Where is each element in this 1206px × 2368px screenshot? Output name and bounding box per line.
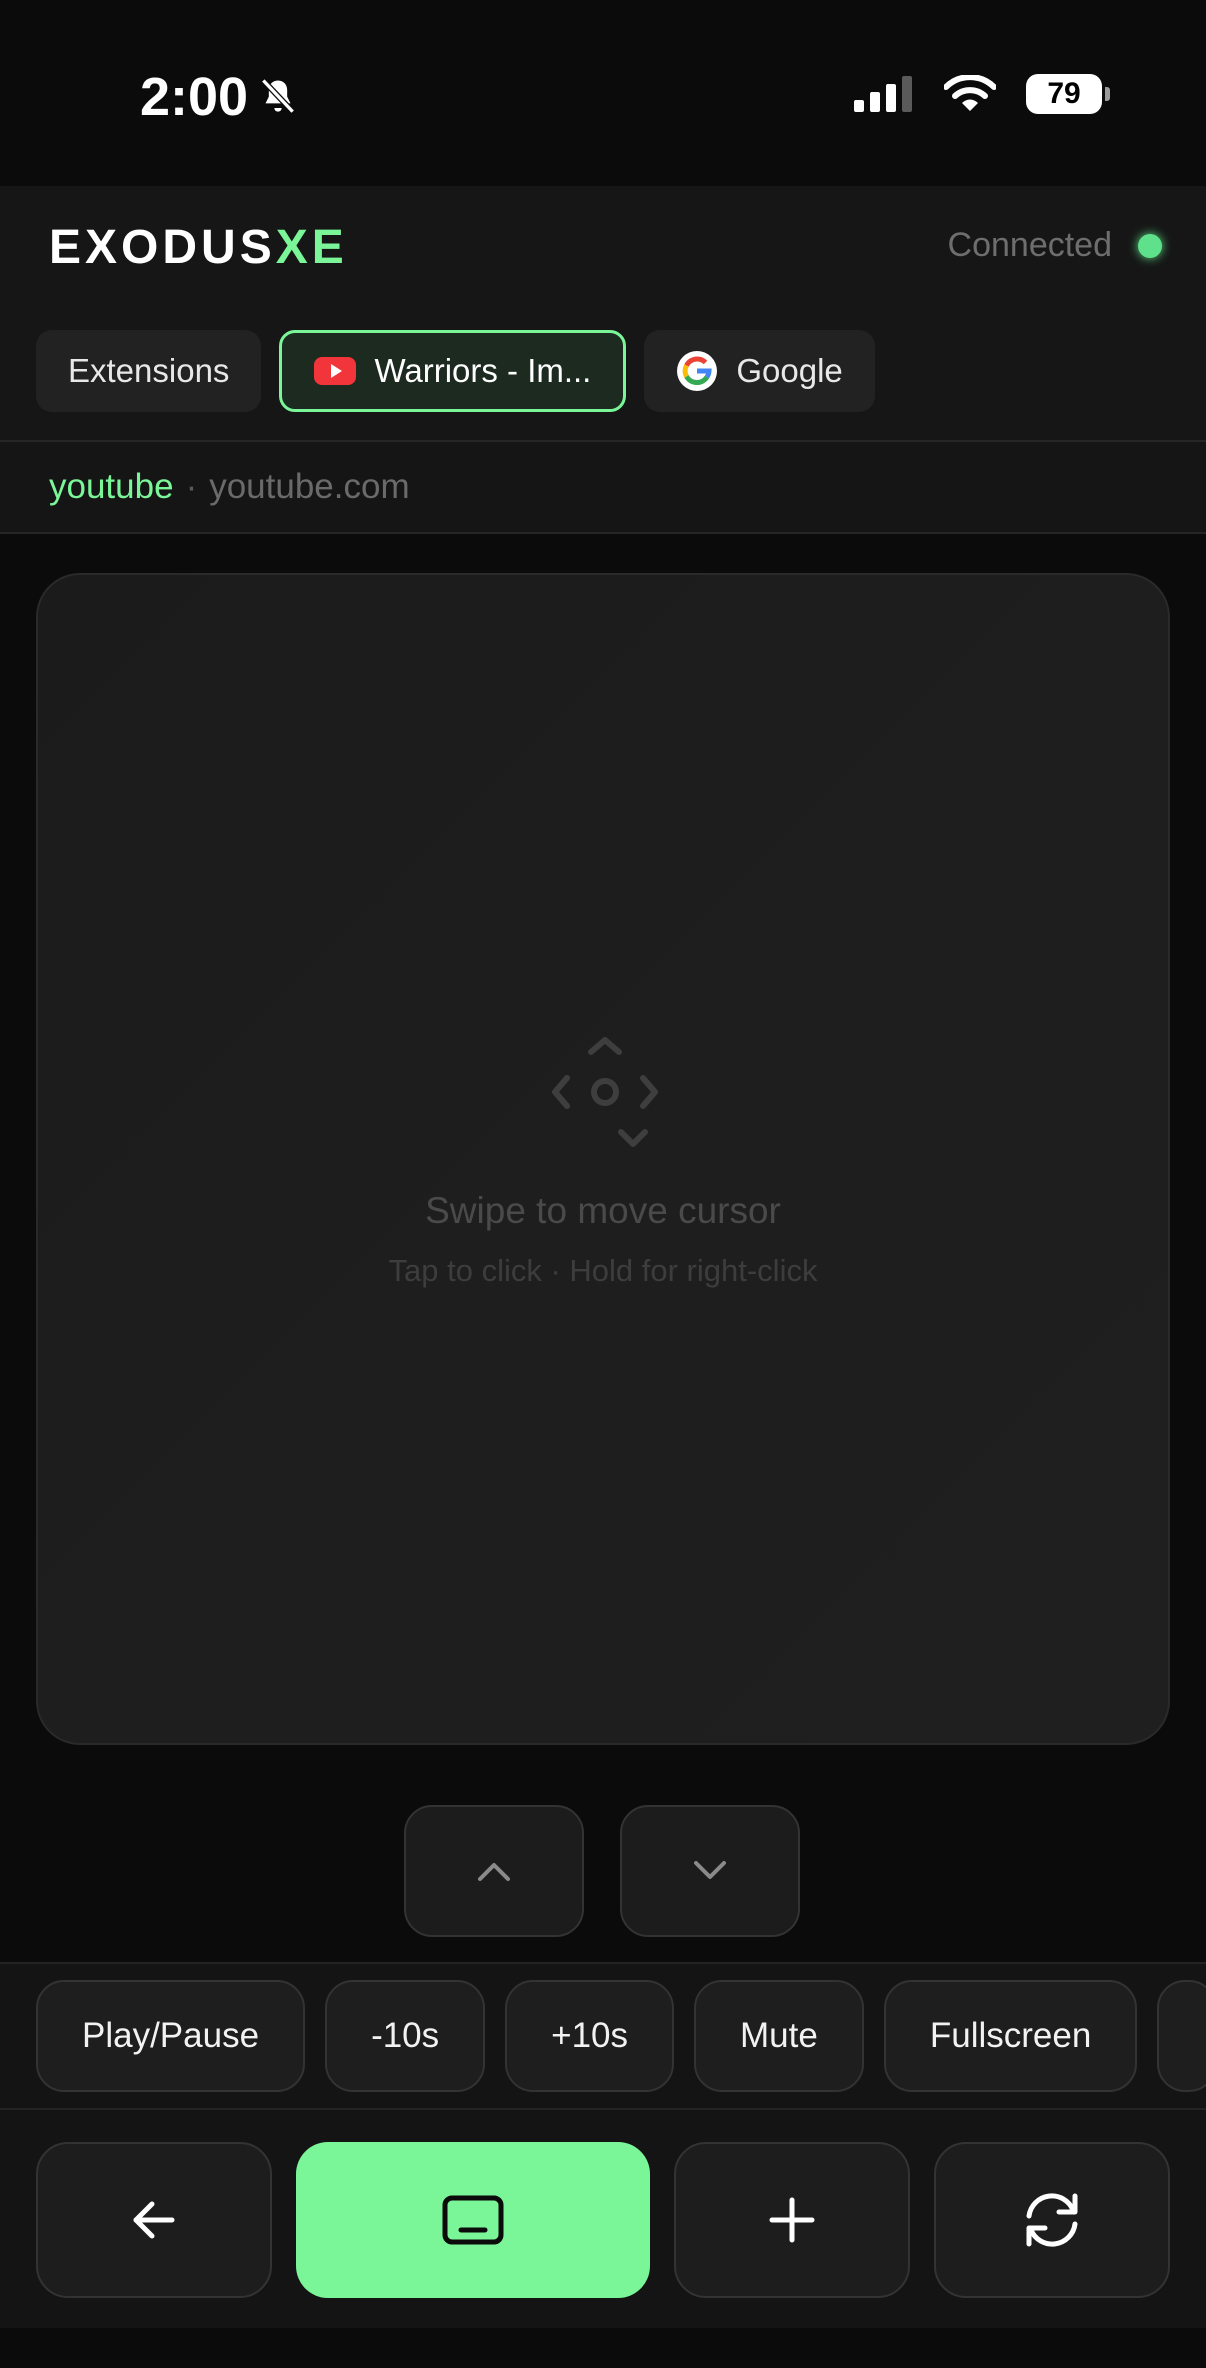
browser-tabs: Extensions Warriors - Im... Google xyxy=(36,330,875,412)
media-controls: Play/Pause -10s +10s Mute Fullscreen xyxy=(0,1962,1206,2110)
chevron-down-icon xyxy=(694,1861,726,1879)
status-indicators: 79 xyxy=(854,74,1110,114)
scroll-down-button[interactable] xyxy=(620,1805,800,1937)
youtube-icon xyxy=(314,357,357,385)
refresh-button[interactable] xyxy=(934,2142,1170,2298)
status-time: 2:00 xyxy=(140,67,249,127)
refresh-icon xyxy=(1026,2193,1078,2247)
battery-icon: 79 xyxy=(1026,74,1110,114)
tab-google[interactable]: Google xyxy=(644,330,875,412)
bottom-nav xyxy=(0,2110,1206,2328)
wifi-icon xyxy=(944,75,996,111)
keyboard-button[interactable] xyxy=(296,2142,650,2298)
app-header: EXODUSXE Connected Extensions Warriors -… xyxy=(0,186,1206,440)
trackpad-hint: Tap to click · Hold for right-click xyxy=(388,1253,818,1288)
tab-label: Warriors - Im... xyxy=(374,352,592,389)
connection-status-label: Connected xyxy=(947,226,1112,264)
trackpad-area[interactable]: Swipe to move cursor Tap to click · Hold… xyxy=(36,573,1170,1745)
scroll-up-button[interactable] xyxy=(404,1805,584,1937)
bell-slash-icon xyxy=(261,78,295,114)
url-bar: youtube · youtube.com xyxy=(0,440,1206,534)
home-indicator-area xyxy=(0,2328,1206,2368)
chevron-up-icon xyxy=(478,1863,510,1881)
google-icon xyxy=(677,351,718,391)
status-bar: 2:00 79 xyxy=(0,0,1206,186)
status-time-group: 2:00 xyxy=(140,66,300,128)
more-media-button-partial[interactable] xyxy=(1157,1980,1206,2092)
tab-extensions[interactable]: Extensions xyxy=(36,330,262,412)
url-domain: youtube.com xyxy=(209,467,410,506)
back-button[interactable] xyxy=(36,2142,272,2298)
tab-youtube-active[interactable]: Warriors - Im... xyxy=(279,330,627,412)
tab-label: Extensions xyxy=(68,352,230,389)
trackpad-instruction: Swipe to move cursor xyxy=(425,1190,781,1231)
connection-status-dot xyxy=(1138,233,1162,258)
url-site-name: youtube xyxy=(49,467,174,506)
arrow-left-icon xyxy=(133,2201,175,2239)
new-tab-button[interactable] xyxy=(674,2142,910,2298)
mute-button[interactable]: Mute xyxy=(694,1980,864,2092)
battery-level: 79 xyxy=(1047,77,1081,110)
keyboard-icon xyxy=(442,2195,504,2245)
cellular-signal-icon xyxy=(854,76,912,112)
fullscreen-button[interactable]: Fullscreen xyxy=(883,1980,1138,2092)
logo-main: EXODUS xyxy=(49,221,276,274)
tab-label: Google xyxy=(736,352,843,389)
app-logo: EXODUSXE xyxy=(49,220,348,275)
connection-indicator: Connected xyxy=(948,226,1162,265)
play-pause-button[interactable]: Play/Pause xyxy=(36,1980,306,2092)
move-cursor-icon xyxy=(552,1037,658,1147)
logo-accent: XE xyxy=(275,221,348,274)
media-controls-list: Play/Pause -10s +10s Mute Fullscreen xyxy=(36,1980,1206,2092)
url-separator: · xyxy=(185,467,198,506)
forward-10s-button[interactable]: +10s xyxy=(505,1980,675,2092)
plus-icon xyxy=(769,2197,815,2243)
rewind-10s-button[interactable]: -10s xyxy=(325,1980,486,2092)
